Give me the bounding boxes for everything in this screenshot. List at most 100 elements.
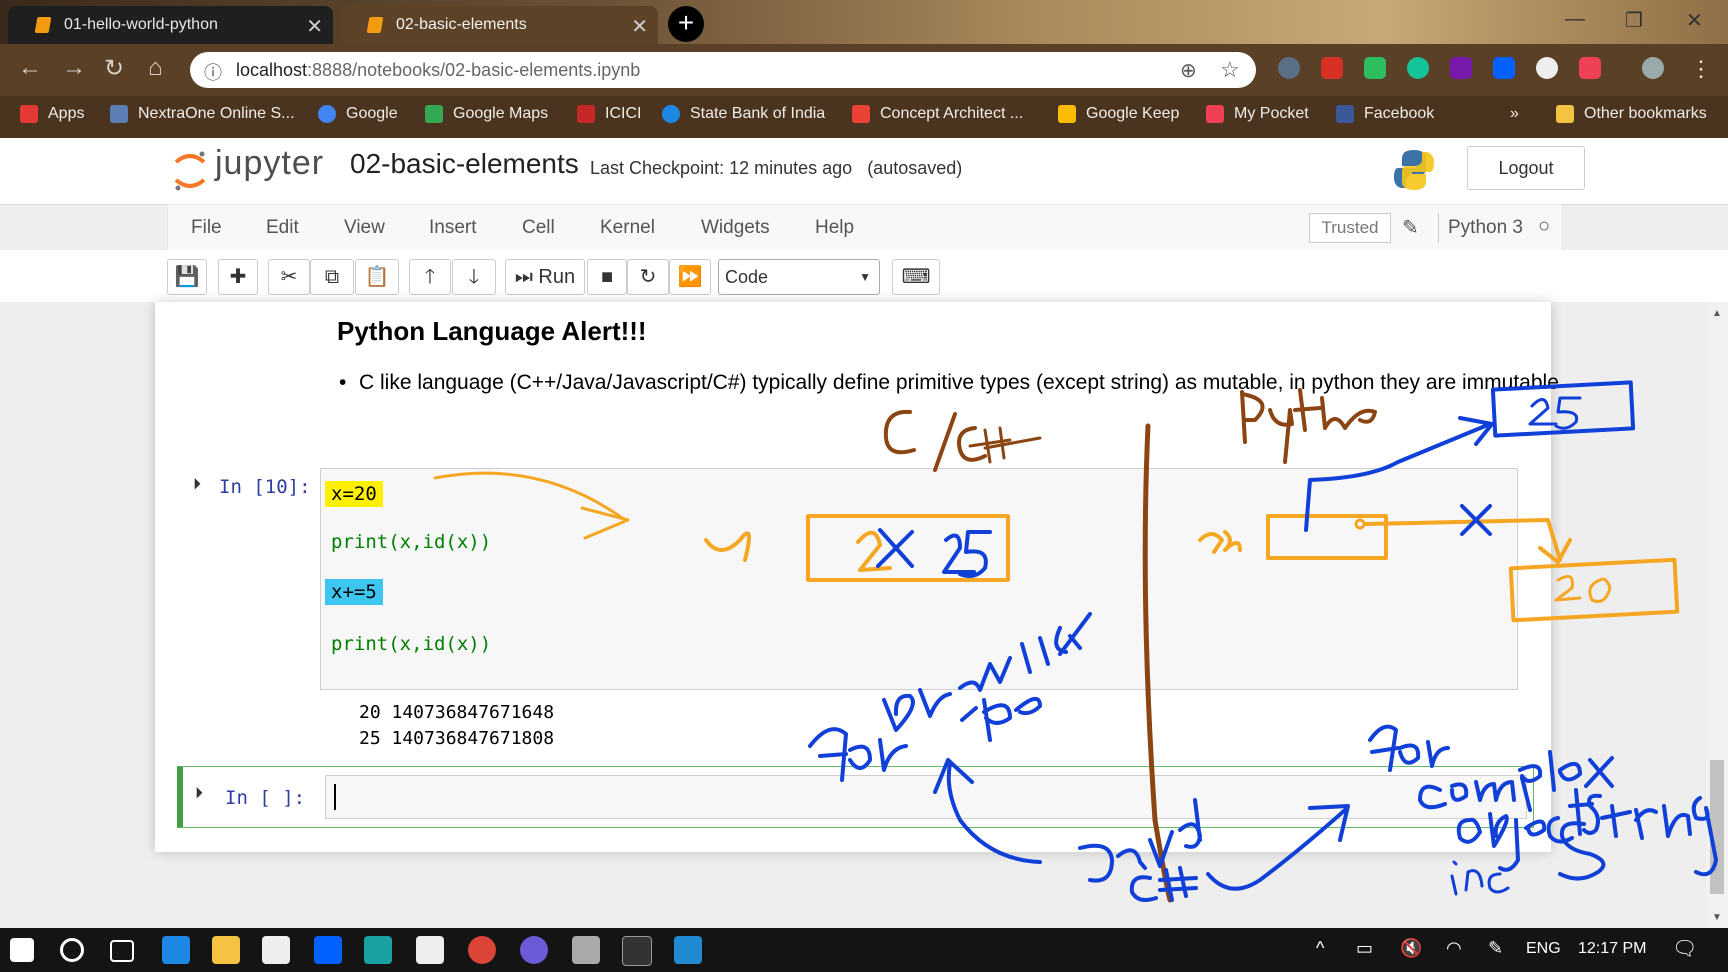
bookmark-my-pocket[interactable]: My Pocket (1206, 105, 1309, 123)
info-icon[interactable]: ⓘ (204, 59, 222, 85)
terminal-icon[interactable] (622, 936, 652, 966)
bookmark-icici[interactable]: ICICI (577, 105, 641, 123)
mail-icon[interactable] (416, 936, 444, 964)
store-icon[interactable] (262, 936, 290, 964)
jupyter-logo-text[interactable]: jupyter (215, 144, 324, 183)
trusted-badge[interactable]: Trusted (1309, 213, 1391, 243)
task-view-icon[interactable] (110, 940, 134, 962)
battery-icon[interactable]: ▭ (1356, 938, 1373, 959)
run-cell-icon[interactable]: ⏵ (195, 785, 203, 803)
tab-basic-elements[interactable]: 02-basic-elements ✕ (340, 6, 658, 44)
bookmark-nextraone[interactable]: NextraOne Online S... (110, 105, 295, 123)
interrupt-button[interactable]: ■ (587, 259, 627, 295)
close-tab-icon[interactable]: ✕ (306, 14, 323, 39)
new-tab-button[interactable]: + (668, 6, 704, 42)
chrome-icon[interactable] (468, 936, 496, 964)
scrollbar-thumb[interactable] (1710, 760, 1724, 894)
file-explorer-icon[interactable] (212, 936, 240, 964)
search-icon[interactable] (60, 938, 84, 962)
dropbox-icon[interactable] (314, 936, 342, 964)
paint-icon[interactable] (572, 936, 600, 964)
run-button[interactable]: ⏭ Run (505, 259, 585, 295)
notifications-icon[interactable]: 🗨 (1672, 936, 1697, 961)
move-down-button[interactable]: 🡓 (452, 259, 496, 295)
menu-insert[interactable]: Insert (429, 217, 477, 239)
logout-button[interactable]: Logout (1467, 146, 1585, 190)
home-icon[interactable]: ⌂ (148, 54, 163, 82)
menu-cell[interactable]: Cell (522, 217, 555, 239)
back-icon[interactable]: ← (18, 54, 42, 82)
gmail-icon[interactable] (1321, 57, 1343, 79)
dropbox-icon[interactable] (1493, 57, 1515, 79)
jupyter-logo-icon[interactable] (172, 148, 208, 192)
app-icon[interactable] (364, 936, 392, 964)
markdown-heading: Python Language Alert!!! (337, 316, 647, 346)
reload-icon[interactable]: ↻ (104, 54, 124, 83)
extension-icon[interactable] (1278, 57, 1300, 79)
address-bar[interactable]: ⓘ localhost:8888/notebooks/02-basic-elem… (190, 52, 1256, 88)
menu-file[interactable]: File (191, 217, 222, 239)
bookmark-star-icon[interactable]: ☆ (1220, 57, 1240, 83)
scroll-up-icon[interactable]: ▲ (1712, 308, 1722, 319)
edit-pencil-icon[interactable]: ✎ (1402, 215, 1419, 240)
code-cell-selected[interactable]: ⏵ In [ ]: (177, 766, 1534, 828)
profile-avatar[interactable] (1642, 57, 1664, 79)
cut-button[interactable]: ✂ (268, 259, 310, 295)
copy-button[interactable]: ⧉ (310, 259, 354, 295)
menu-view[interactable]: View (344, 217, 385, 239)
bookmarks-overflow[interactable]: » (1510, 105, 1519, 123)
grammarly-icon[interactable] (1407, 57, 1429, 79)
volume-muted-icon[interactable]: 🔇 (1400, 938, 1422, 959)
clock[interactable]: 12:17 PM (1578, 940, 1646, 958)
bookmark-concept-architect[interactable]: Concept Architect ... (852, 105, 1023, 123)
restart-button[interactable]: ↻ (627, 259, 669, 295)
eclipse-icon[interactable] (520, 936, 548, 964)
cell-type-select[interactable]: Code ▼ (718, 259, 880, 295)
kernel-name[interactable]: Python 3 (1448, 217, 1523, 239)
menu-kebab-icon[interactable]: ⋮ (1690, 56, 1712, 82)
close-tab-icon[interactable]: ✕ (631, 14, 648, 39)
onenote-icon[interactable] (1450, 57, 1472, 79)
code-cell-input[interactable]: x=20 print(x,id(x)) x+=5 print(x,id(x)) (320, 468, 1518, 690)
windows-start-icon[interactable] (10, 938, 34, 962)
restart-run-all-button[interactable]: ⏩ (669, 259, 711, 295)
menu-edit[interactable]: Edit (266, 217, 299, 239)
tab-hello-world[interactable]: 01-hello-world-python ✕ (8, 6, 333, 44)
bookmark-sbi[interactable]: State Bank of India (662, 105, 825, 123)
menu-help[interactable]: Help (815, 217, 854, 239)
code-input-empty[interactable] (325, 775, 1527, 819)
bookmark-google[interactable]: Google (318, 105, 398, 123)
command-palette-button[interactable]: ⌨ (892, 259, 940, 295)
save-button[interactable]: 💾 (167, 259, 207, 295)
zoom-icon[interactable]: ⊕ (1180, 58, 1197, 83)
input-language[interactable]: ENG (1526, 940, 1561, 958)
bookmark-other[interactable]: Other bookmarks (1556, 105, 1707, 123)
maximize-icon[interactable]: ❐ (1625, 8, 1643, 33)
run-cell-icon[interactable]: ⏵ (193, 476, 201, 494)
wifi-icon[interactable]: ◠ (1446, 938, 1462, 959)
bookmark-facebook[interactable]: Facebook (1336, 105, 1434, 123)
minimize-icon[interactable]: — (1565, 8, 1585, 31)
url-text[interactable]: localhost:8888/notebooks/02-basic-elemen… (236, 60, 640, 81)
edge-icon[interactable] (162, 936, 190, 964)
evernote-icon[interactable] (1364, 57, 1386, 79)
vscode-icon[interactable] (674, 936, 702, 964)
move-up-button[interactable]: 🡑 (409, 259, 451, 295)
bookmark-apps[interactable]: Apps (20, 105, 84, 123)
menu-widgets[interactable]: Widgets (701, 217, 770, 239)
page-scrollbar[interactable]: ▲ ▼ (1706, 302, 1728, 928)
extension-icon[interactable] (1536, 57, 1558, 79)
notebook-title[interactable]: 02-basic-elements (350, 148, 579, 180)
paste-button[interactable]: 📋 (355, 259, 399, 295)
pen-icon[interactable]: ✎ (1488, 938, 1503, 959)
pocket-icon[interactable] (1579, 57, 1601, 79)
forward-icon[interactable]: → (62, 54, 86, 82)
bookmark-google-maps[interactable]: Google Maps (425, 105, 548, 123)
bookmark-google-keep[interactable]: Google Keep (1058, 105, 1179, 123)
tray-chevron-up-icon[interactable]: ^ (1316, 938, 1324, 959)
scroll-down-icon[interactable]: ▼ (1712, 912, 1722, 923)
menu-kernel[interactable]: Kernel (600, 217, 655, 239)
notebook-container: Python Language Alert!!! • C like langua… (155, 302, 1559, 852)
insert-cell-button[interactable]: ✚ (218, 259, 258, 295)
close-window-icon[interactable]: ✕ (1686, 8, 1703, 33)
